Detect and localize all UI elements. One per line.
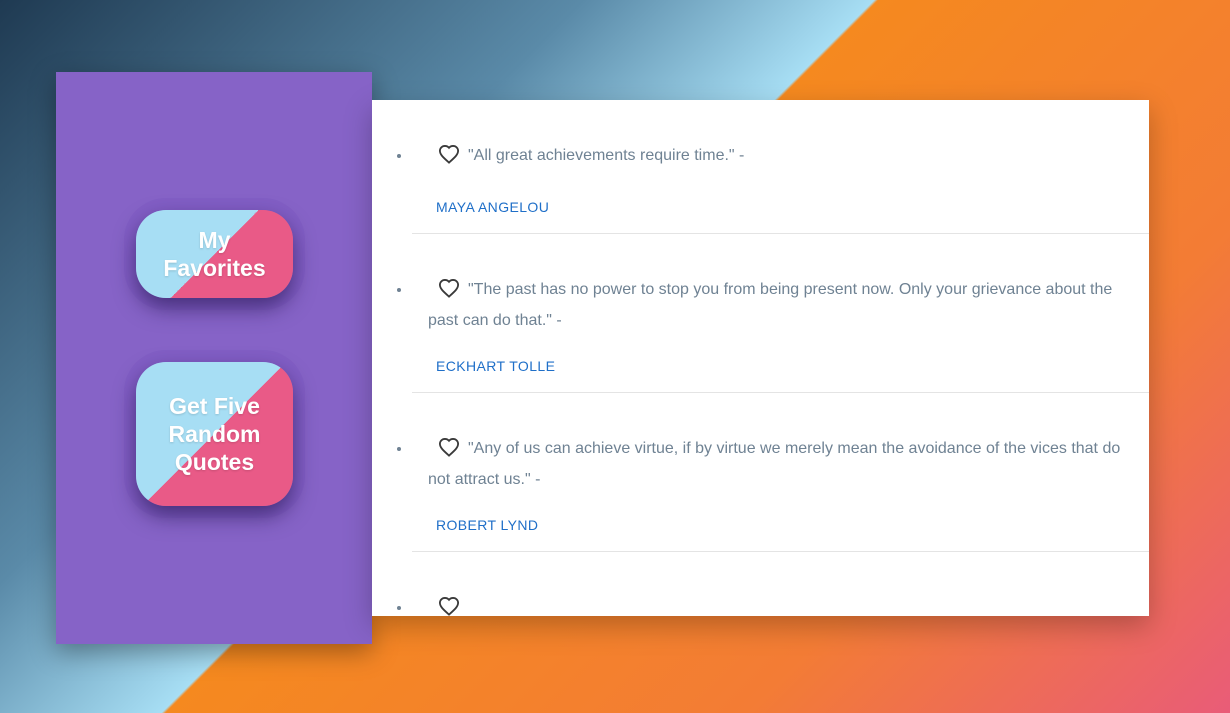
quotes-panel[interactable]: "All great achievements require time." -… [372,100,1149,616]
quote-text: "The past has no power to stop you from … [428,281,1113,329]
author-link[interactable]: ECKHART TOLLE [436,358,555,374]
my-favorites-label: My Favorites [163,227,266,281]
list-item: "All great achievements require time." -… [412,100,1149,234]
quote-list: "All great achievements require time." -… [372,100,1149,616]
author-link[interactable]: MAYA ANGELOU [436,199,549,215]
sidebar: My Favorites Get Five Random Quotes [56,72,372,644]
list-item [412,552,1149,616]
quote-line: "The past has no power to stop you from … [428,274,1123,336]
author-link[interactable]: ROBERT LYND [436,517,538,533]
quote-text: "Any of us can achieve virtue, if by vir… [428,440,1121,488]
list-item: "The past has no power to stop you from … [412,234,1149,393]
quote-line: "All great achievements require time." - [428,140,1123,171]
get-random-quotes-button[interactable]: Get Five Random Quotes [136,362,293,506]
heart-outline-icon[interactable] [438,596,460,616]
my-favorites-button[interactable]: My Favorites [136,210,293,298]
heart-outline-icon[interactable] [438,278,460,298]
quote-text: "All great achievements require time." - [468,147,745,164]
quote-line [428,592,1123,616]
get-random-quotes-label: Get Five Random Quotes [168,393,261,475]
quote-line: "Any of us can achieve virtue, if by vir… [428,433,1123,495]
heart-outline-icon[interactable] [438,144,460,164]
heart-outline-icon[interactable] [438,437,460,457]
list-item: "Any of us can achieve virtue, if by vir… [412,393,1149,552]
